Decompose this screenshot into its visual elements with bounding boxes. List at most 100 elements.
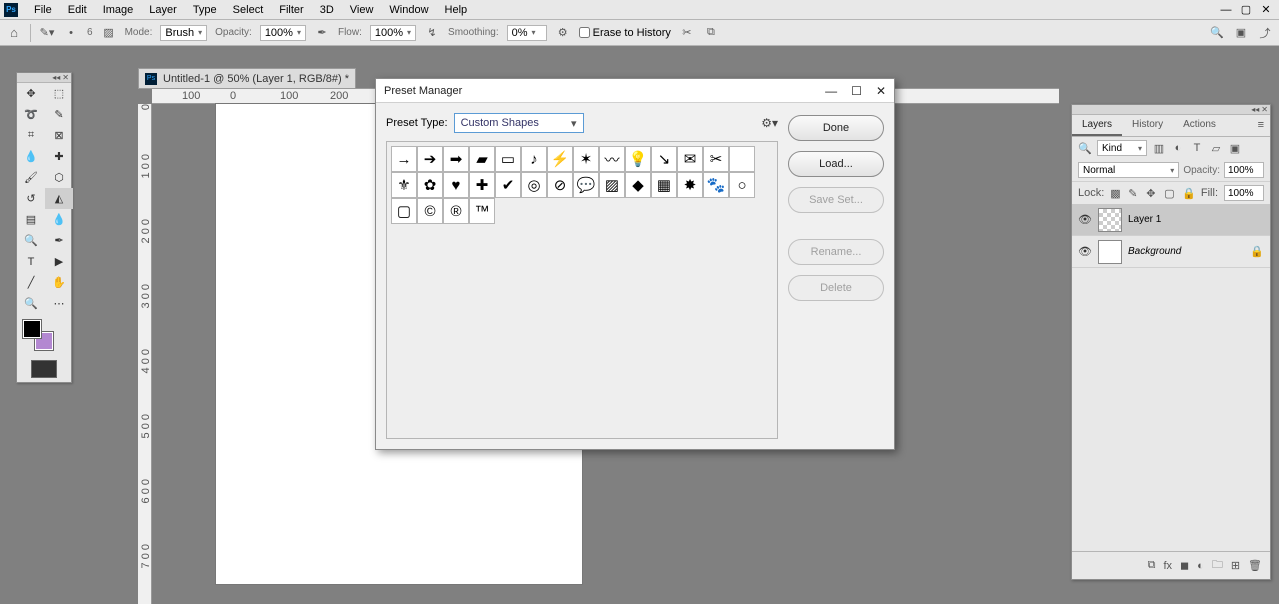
lasso-tool[interactable]: ➰ [17, 104, 45, 125]
shape-preset[interactable]: 🐾 [703, 172, 729, 198]
search-icon[interactable]: 🔍 [1209, 25, 1225, 41]
layer-opacity-field[interactable] [1224, 162, 1264, 178]
lock-move-icon[interactable]: ✥ [1146, 187, 1158, 199]
lock-position-icon[interactable]: ✎ [1128, 187, 1140, 199]
adjustment-icon[interactable]: ◐ [1197, 560, 1204, 572]
shape-preset[interactable]: ✿ [417, 172, 443, 198]
blur-tool[interactable]: 💧 [45, 209, 73, 230]
eyedropper-tool[interactable]: 💧 [17, 146, 45, 167]
lock-artboard-icon[interactable]: ▢ [1164, 187, 1176, 199]
menu-select[interactable]: Select [225, 2, 272, 18]
menu-type[interactable]: Type [185, 2, 225, 18]
save-set-button[interactable]: Save Set... [788, 187, 884, 213]
layer-row[interactable]: 👁 Background 🔒 [1072, 236, 1270, 268]
load-button[interactable]: Load... [788, 151, 884, 177]
delete-button[interactable]: Delete [788, 275, 884, 301]
shape-preset[interactable]: ➔ [417, 146, 443, 172]
shape-preset[interactable]: © [417, 198, 443, 224]
visibility-icon[interactable]: 👁 [1078, 213, 1092, 226]
shape-preset[interactable]: ➡ [443, 146, 469, 172]
maximize-button[interactable]: ▢ [1237, 3, 1255, 17]
group-icon[interactable]: 🗀 [1212, 556, 1223, 575]
shape-preset[interactable]: ▦ [651, 172, 677, 198]
foreground-color[interactable] [23, 320, 41, 338]
menu-view[interactable]: View [342, 2, 382, 18]
blend-mode-select[interactable]: Normal [1078, 162, 1179, 178]
smoothing-options-icon[interactable]: ⚙ [555, 25, 571, 41]
airbrush-icon[interactable]: ↯ [424, 25, 440, 41]
shape-preset[interactable]: ◎ [521, 172, 547, 198]
shape-preset[interactable]: ○ [729, 172, 755, 198]
layer-name[interactable]: Layer 1 [1128, 214, 1161, 225]
layer-thumbnail[interactable] [1098, 208, 1122, 232]
shape-preset[interactable]: ◆ [625, 172, 651, 198]
menu-edit[interactable]: Edit [60, 2, 95, 18]
shape-preset[interactable]: 💬 [573, 172, 599, 198]
move-tool[interactable]: ✥ [17, 83, 45, 104]
tab-layers[interactable]: Layers [1072, 115, 1122, 136]
shape-preset[interactable]: ✸ [677, 172, 703, 198]
rename-button[interactable]: Rename... [788, 239, 884, 265]
minimize-button[interactable]: — [1217, 3, 1235, 17]
shape-preset[interactable]: ▨ [599, 172, 625, 198]
tab-history[interactable]: History [1122, 115, 1173, 136]
home-icon[interactable]: ⌂ [6, 25, 22, 41]
shape-preset[interactable] [729, 146, 755, 172]
brush-size-icon[interactable]: • [63, 25, 79, 41]
done-button[interactable]: Done [788, 115, 884, 141]
brush-tool[interactable]: 🖌 [17, 167, 45, 188]
lock-all-icon[interactable]: 🔒 [1182, 187, 1194, 199]
path-select-tool[interactable]: ▶ [45, 251, 73, 272]
mask-icon[interactable]: ◼ [1180, 559, 1189, 572]
quick-mask-toggle[interactable] [31, 360, 57, 378]
smoothing-field[interactable]: 0% [507, 25, 547, 41]
menu-window[interactable]: Window [381, 2, 436, 18]
crop-tool[interactable]: ⌗ [17, 125, 45, 146]
shape-preset[interactable]: ▢ [391, 198, 417, 224]
layer-name[interactable]: Background [1128, 246, 1181, 257]
delete-layer-icon[interactable]: 🗑 [1248, 559, 1262, 572]
menu-3d[interactable]: 3D [312, 2, 342, 18]
shape-preset[interactable]: → [391, 146, 417, 172]
link-layers-icon[interactable]: ⧉ [1148, 559, 1156, 572]
shape-preset[interactable]: 〰 [599, 146, 625, 172]
new-layer-icon[interactable]: ⊞ [1231, 559, 1240, 572]
dialog-titlebar[interactable]: Preset Manager — ☐ ✕ [376, 79, 894, 103]
tab-actions[interactable]: Actions [1173, 115, 1226, 136]
line-tool[interactable]: ╱ [17, 272, 45, 293]
marquee-tool[interactable]: ⬚ [45, 83, 73, 104]
fx-icon[interactable]: fx [1163, 560, 1172, 572]
stamp-tool[interactable]: ⬡ [45, 167, 73, 188]
dialog-maximize-icon[interactable]: ☐ [851, 84, 862, 98]
shape-preset[interactable]: ✂ [703, 146, 729, 172]
document-tab[interactable]: Ps Untitled-1 @ 50% (Layer 1, RGB/8#) * [138, 68, 356, 88]
shape-preset[interactable]: ✔ [495, 172, 521, 198]
mode-select[interactable]: Brush [160, 25, 207, 41]
filter-smart-icon[interactable]: ▣ [1228, 141, 1242, 155]
shape-preset[interactable]: ⚡ [547, 146, 573, 172]
shape-preset[interactable]: 💡 [625, 146, 651, 172]
opacity-field[interactable]: 100% [260, 25, 306, 41]
menu-layer[interactable]: Layer [141, 2, 185, 18]
brush-panel-icon[interactable]: ▨ [101, 25, 117, 41]
color-swatches[interactable] [17, 314, 71, 356]
shape-preset[interactable]: ✚ [469, 172, 495, 198]
quick-select-tool[interactable]: ✎ [45, 104, 73, 125]
menu-image[interactable]: Image [95, 2, 142, 18]
filter-type-icon[interactable]: T [1190, 141, 1204, 155]
kind-filter[interactable]: Kind [1097, 140, 1147, 156]
brush-preset-icon[interactable]: ✎▾ [39, 25, 55, 41]
erase-history-check[interactable]: Erase to History [579, 27, 671, 39]
shape-preset[interactable]: ⚜ [391, 172, 417, 198]
dialog-minimize-icon[interactable]: — [825, 84, 837, 98]
type-tool[interactable]: T [17, 251, 45, 272]
healing-tool[interactable]: ✚ [45, 146, 73, 167]
dialog-close-icon[interactable]: ✕ [876, 84, 886, 98]
visibility-icon[interactable]: 👁 [1078, 245, 1092, 258]
filter-adjust-icon[interactable]: ◐ [1171, 141, 1185, 155]
history-brush-tool[interactable]: ↺ [17, 188, 45, 209]
hand-tool[interactable]: ✋ [45, 272, 73, 293]
shape-preset[interactable]: ↘ [651, 146, 677, 172]
shape-preset[interactable]: ✉ [677, 146, 703, 172]
share-icon[interactable]: ⤴ [1257, 25, 1273, 41]
